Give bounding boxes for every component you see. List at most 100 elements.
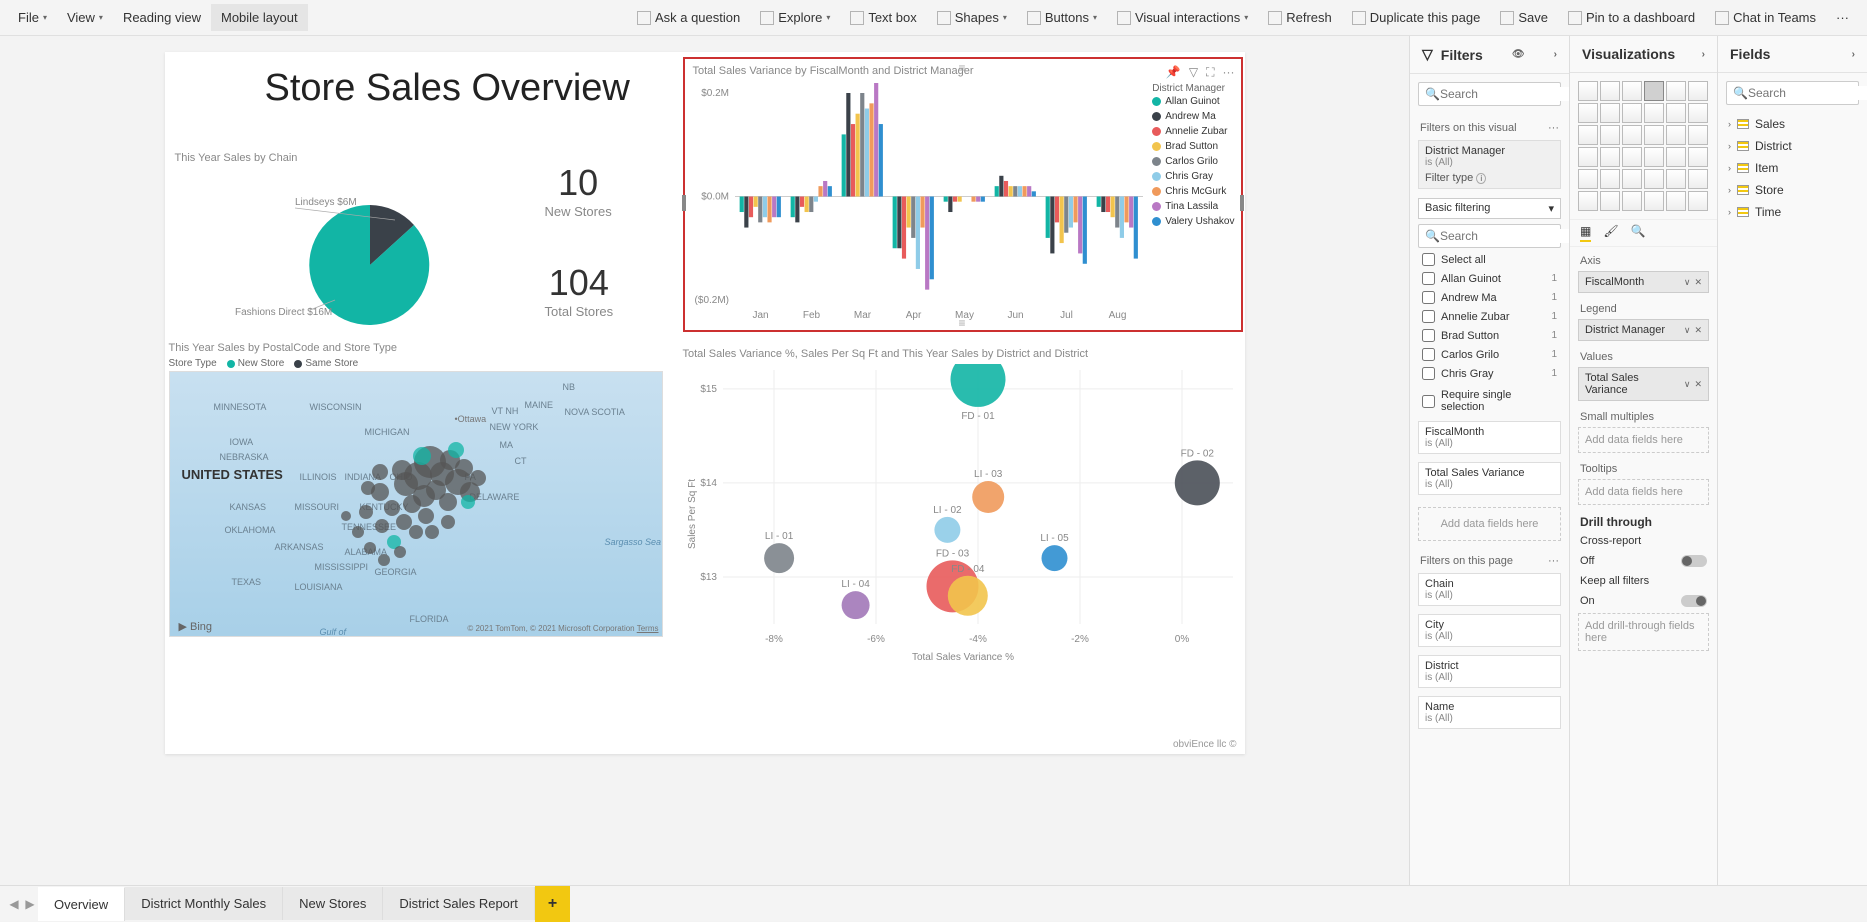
fields-search-input[interactable] bbox=[1748, 86, 1867, 100]
viz-map-icon[interactable] bbox=[1578, 147, 1598, 167]
filter-value-row[interactable]: Andrew Ma1 bbox=[1410, 288, 1569, 307]
tab-district-monthly[interactable]: District Monthly Sales bbox=[125, 887, 283, 920]
filter-card-chain[interactable]: Chainis (All) bbox=[1418, 573, 1561, 606]
textbox-button[interactable]: Text box bbox=[840, 4, 926, 31]
tab-new-stores[interactable]: New Stores bbox=[283, 887, 383, 920]
filters-search[interactable]: 🔍 bbox=[1418, 82, 1561, 106]
viz-narrative-icon[interactable] bbox=[1644, 191, 1664, 211]
well-drill[interactable]: Add drill-through fields here bbox=[1578, 613, 1709, 651]
map-visual[interactable]: This Year Sales by PostalCode and Store … bbox=[169, 342, 669, 637]
viz-key-influencer-icon[interactable] bbox=[1578, 191, 1598, 211]
filter-value-search[interactable]: 🔍 bbox=[1418, 224, 1561, 248]
focus-mode-icon[interactable]: ⛶ bbox=[1206, 65, 1214, 80]
add-page-button[interactable]: + bbox=[535, 886, 570, 922]
map-bubble[interactable] bbox=[361, 481, 375, 495]
viz-r-icon[interactable] bbox=[1666, 169, 1686, 189]
legend-item[interactable]: Annelie Zubar bbox=[1152, 126, 1234, 137]
viz-waterfall-icon[interactable] bbox=[1578, 125, 1598, 145]
map-bubble[interactable] bbox=[461, 495, 475, 509]
filter-card-dm[interactable]: District Manager is (All) Filter type i bbox=[1418, 140, 1561, 189]
filter-card-city[interactable]: Cityis (All) bbox=[1418, 614, 1561, 647]
viz-py-icon[interactable] bbox=[1688, 169, 1708, 189]
more-icon[interactable]: ··· bbox=[1548, 122, 1559, 134]
mobile-layout-button[interactable]: Mobile layout bbox=[211, 4, 308, 31]
map-bubble[interactable] bbox=[439, 493, 457, 511]
file-menu[interactable]: File▾ bbox=[8, 4, 57, 31]
viz-shape-map-icon[interactable] bbox=[1622, 147, 1642, 167]
viz-slicer-icon[interactable] bbox=[1600, 169, 1620, 189]
chevron-right-icon[interactable]: › bbox=[1852, 49, 1855, 60]
filter-card-name[interactable]: Nameis (All) bbox=[1418, 696, 1561, 729]
map-bubble[interactable] bbox=[359, 505, 373, 519]
keep-all-toggle[interactable]: Keep all filters bbox=[1570, 571, 1717, 591]
table-item[interactable]: ›Item bbox=[1718, 157, 1867, 179]
legend-item[interactable]: Brad Sutton bbox=[1152, 141, 1234, 152]
chevron-right-icon[interactable]: › bbox=[1702, 49, 1705, 60]
drag-handle-icon[interactable]: ≡ bbox=[958, 61, 966, 75]
ask-question-button[interactable]: Ask a question bbox=[627, 4, 750, 31]
save-button[interactable]: Save bbox=[1490, 4, 1558, 31]
buttons-button[interactable]: Buttons▾ bbox=[1017, 4, 1107, 31]
chevron-down-icon[interactable]: ∨ bbox=[1684, 379, 1691, 390]
report-canvas[interactable]: Store Sales Overview This Year Sales by … bbox=[165, 52, 1245, 754]
filter-card-tsv[interactable]: Total Sales Variance is (All) bbox=[1418, 462, 1561, 495]
map-bubble[interactable] bbox=[403, 495, 421, 513]
refresh-button[interactable]: Refresh bbox=[1258, 4, 1342, 31]
map-bubble[interactable] bbox=[394, 546, 406, 558]
require-single-row[interactable]: Require single selection bbox=[1410, 383, 1569, 419]
more-options-icon[interactable]: ··· bbox=[1223, 65, 1235, 80]
chat-teams-button[interactable]: Chat in Teams bbox=[1705, 4, 1826, 31]
legend-item[interactable]: Andrew Ma bbox=[1152, 111, 1234, 122]
prev-page-button[interactable]: ◀ bbox=[6, 897, 22, 911]
well-tooltips[interactable]: Add data fields here bbox=[1578, 479, 1709, 505]
pin-visual-icon[interactable]: 📌 bbox=[1166, 65, 1181, 80]
legend-item[interactable]: Chris McGurk bbox=[1152, 186, 1234, 197]
viz-scatter-icon[interactable] bbox=[1622, 125, 1642, 145]
viz-100-column-icon[interactable] bbox=[1688, 81, 1708, 101]
cross-report-toggle[interactable]: Cross-report bbox=[1570, 531, 1717, 551]
filter-card-fm[interactable]: FiscalMonth is (All) bbox=[1418, 421, 1561, 454]
table-time[interactable]: ›Time bbox=[1718, 201, 1867, 223]
viz-card-icon[interactable] bbox=[1666, 147, 1686, 167]
filter-value-row[interactable]: Carlos Grilo1 bbox=[1410, 345, 1569, 364]
view-menu[interactable]: View▾ bbox=[57, 4, 113, 31]
remove-icon[interactable]: ✕ bbox=[1694, 277, 1702, 288]
map-bubble[interactable] bbox=[341, 511, 351, 521]
viz-filled-map-icon[interactable] bbox=[1600, 147, 1620, 167]
well-small-mult[interactable]: Add data fields here bbox=[1578, 427, 1709, 453]
format-tab-icon[interactable]: 🖌 bbox=[1603, 224, 1618, 242]
legend-item[interactable]: Tina Lassila bbox=[1152, 201, 1234, 212]
viz-stacked-bar-icon[interactable] bbox=[1578, 81, 1598, 101]
filter-value-row[interactable]: Chris Gray1 bbox=[1410, 364, 1569, 383]
tab-district-sales[interactable]: District Sales Report bbox=[383, 887, 534, 920]
remove-icon[interactable]: ✕ bbox=[1694, 379, 1702, 390]
legend-item[interactable]: Chris Gray bbox=[1152, 171, 1234, 182]
table-sales[interactable]: ›Sales bbox=[1718, 113, 1867, 135]
bar-chart-visual[interactable]: ≡ 📌 ▽ ⛶ ··· Total Sales Variance by Fisc… bbox=[683, 57, 1243, 332]
map-bubble[interactable] bbox=[372, 464, 388, 480]
chevron-down-icon[interactable]: ∨ bbox=[1684, 325, 1691, 336]
pie-visual[interactable]: This Year Sales by Chain Lindseys $6M Fa… bbox=[165, 152, 505, 363]
analytics-tab-icon[interactable]: 🔍 bbox=[1631, 224, 1646, 242]
viz-table-icon[interactable] bbox=[1622, 169, 1642, 189]
pin-button[interactable]: Pin to a dashboard bbox=[1558, 4, 1705, 31]
terms-link[interactable]: Terms bbox=[637, 624, 659, 633]
map-bubble[interactable] bbox=[409, 525, 423, 539]
toggle-off[interactable] bbox=[1681, 555, 1707, 567]
legend-item[interactable]: Allan Guinot bbox=[1152, 96, 1234, 107]
viz-stacked-area-icon[interactable] bbox=[1622, 103, 1642, 123]
viz-decomp-icon[interactable] bbox=[1600, 191, 1620, 211]
table-store[interactable]: ›Store bbox=[1718, 179, 1867, 201]
more-button[interactable]: ··· bbox=[1826, 4, 1859, 31]
viz-100-bar-icon[interactable] bbox=[1666, 81, 1686, 101]
viz-area-icon[interactable] bbox=[1600, 103, 1620, 123]
tab-overview[interactable]: Overview bbox=[38, 887, 125, 921]
map-bubble[interactable] bbox=[425, 525, 439, 539]
viz-gauge-icon[interactable] bbox=[1644, 147, 1664, 167]
select-all-row[interactable]: Select all bbox=[1410, 250, 1569, 269]
resize-handle-right[interactable] bbox=[1240, 195, 1244, 211]
scatter-visual[interactable]: Total Sales Variance %, Sales Per Sq Ft … bbox=[683, 348, 1243, 668]
viz-donut-icon[interactable] bbox=[1666, 125, 1686, 145]
viz-funnel-icon[interactable] bbox=[1600, 125, 1620, 145]
viz-goals-icon[interactable] bbox=[1666, 191, 1686, 211]
